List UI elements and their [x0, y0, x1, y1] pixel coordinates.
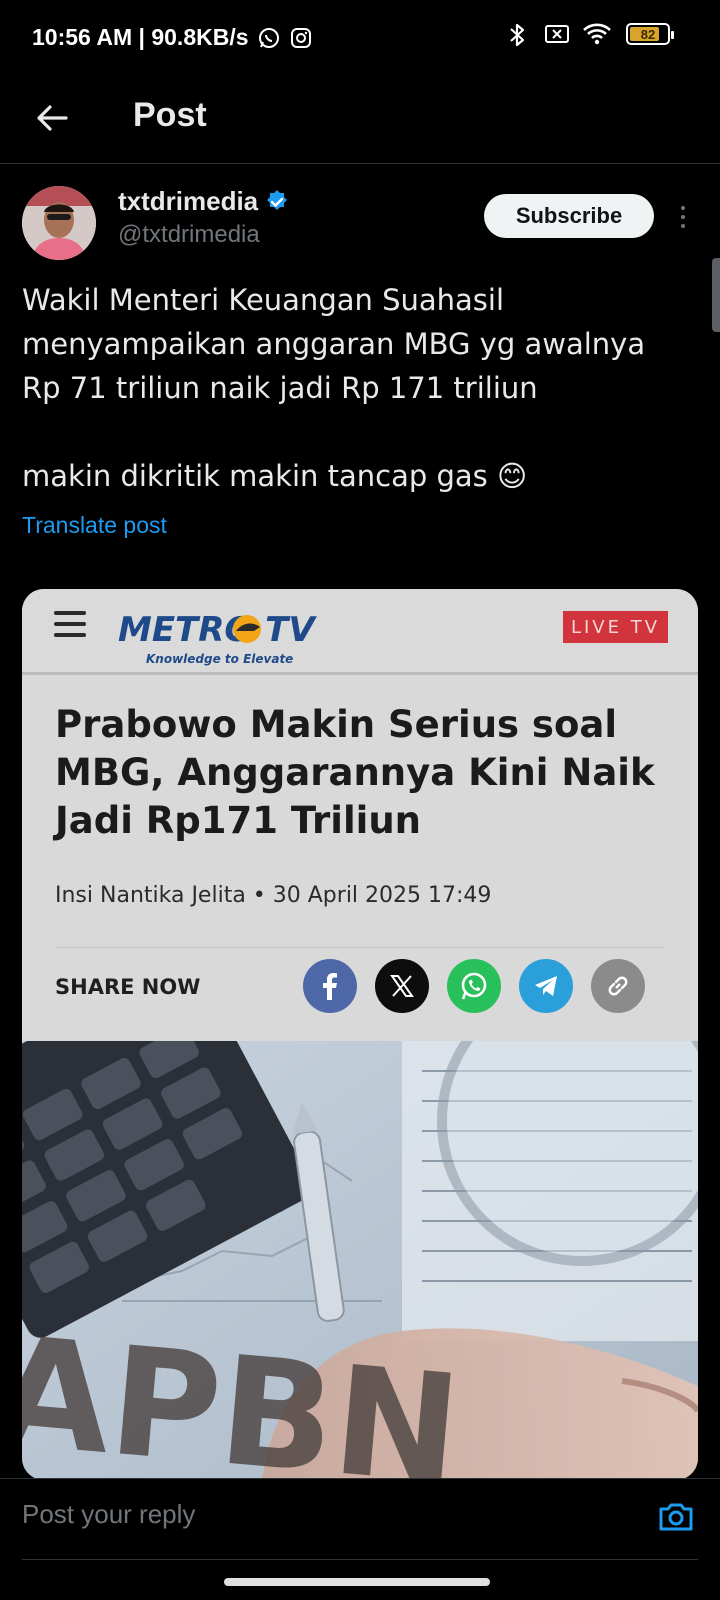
divider [55, 947, 665, 948]
x-icon [390, 975, 414, 997]
x-share-button [375, 959, 429, 1013]
link-icon [608, 976, 628, 996]
author-name-row: txtdrimedia [118, 186, 290, 217]
more-dot-icon [681, 224, 685, 228]
whatsapp-share-button [447, 959, 501, 1013]
status-bar-left: 10:56 AM | 90.8KB/s [32, 24, 313, 51]
reply-bar [0, 1478, 720, 1560]
copy-link-button [591, 959, 645, 1013]
camera-button[interactable] [656, 1497, 696, 1537]
home-indicator[interactable] [224, 1578, 490, 1586]
post-text-paragraph-2: makin dikritik makin tancap gas 😊 [22, 459, 528, 493]
article-headline: Prabowo Makin Serius soal MBG, Anggarann… [55, 703, 655, 842]
page-title: Post [133, 96, 207, 134]
camera-icon [659, 1503, 693, 1531]
article-photo: APBN [22, 1041, 698, 1480]
metrotv-logo: METRO TV Knowledge to Elevate [118, 610, 317, 666]
author-display-name[interactable]: txtdrimedia [118, 186, 258, 217]
whatsapp-icon [461, 972, 487, 1000]
brand-tagline: Knowledge to Elevate [146, 652, 293, 666]
post-author: txtdrimedia @txtdrimedia Subscribe [0, 164, 720, 264]
more-options-button[interactable] [670, 200, 696, 234]
post-media-image[interactable]: METRO TV Knowledge to Elevate LIVE TV Pr… [22, 589, 698, 1480]
avatar[interactable] [22, 186, 96, 260]
telegram-share-button [519, 959, 573, 1013]
back-arrow-icon [37, 105, 68, 131]
back-button[interactable] [30, 96, 74, 140]
more-dot-icon [681, 215, 685, 219]
brand-name: METRO TV [118, 610, 317, 650]
telegram-icon [535, 976, 557, 996]
more-dot-icon [681, 206, 685, 210]
live-tv-badge: LIVE TV [563, 611, 668, 643]
translate-post-link[interactable]: Translate post [22, 512, 167, 539]
verified-badge-icon [267, 189, 288, 210]
metrotv-header: METRO TV Knowledge to Elevate LIVE TV [22, 589, 698, 675]
wifi-icon [582, 22, 612, 46]
no-sim-icon [544, 22, 569, 46]
status-bar: 10:56 AM | 90.8KB/s 82 [0, 0, 720, 78]
top-bar: Post [0, 78, 720, 164]
post-text-paragraph-1: Wakil Menteri Keuangan Suahasil menyampa… [22, 283, 646, 405]
hamburger-menu-icon [54, 611, 86, 637]
reply-input[interactable] [22, 1499, 622, 1530]
status-bar-right: 82 [506, 22, 674, 47]
reply-divider [22, 1559, 698, 1560]
article-byline: Insi Nantika Jelita • 30 April 2025 17:4… [55, 883, 492, 908]
author-handle[interactable]: @txtdrimedia [118, 221, 260, 249]
post-text: Wakil Menteri Keuangan Suahasil menyampa… [22, 278, 702, 498]
instagram-icon [289, 26, 313, 50]
battery-icon: 82 [626, 23, 674, 45]
share-now-label: SHARE NOW [55, 975, 201, 999]
scrollbar[interactable] [712, 258, 720, 332]
facebook-share-button [303, 959, 357, 1013]
battery-level: 82 [640, 26, 656, 42]
subscribe-button[interactable]: Subscribe [484, 194, 654, 238]
facebook-icon [323, 973, 337, 1000]
status-time-speed: 10:56 AM | 90.8KB/s [32, 24, 249, 50]
whatsapp-icon [257, 26, 281, 50]
bluetooth-icon [506, 22, 530, 47]
